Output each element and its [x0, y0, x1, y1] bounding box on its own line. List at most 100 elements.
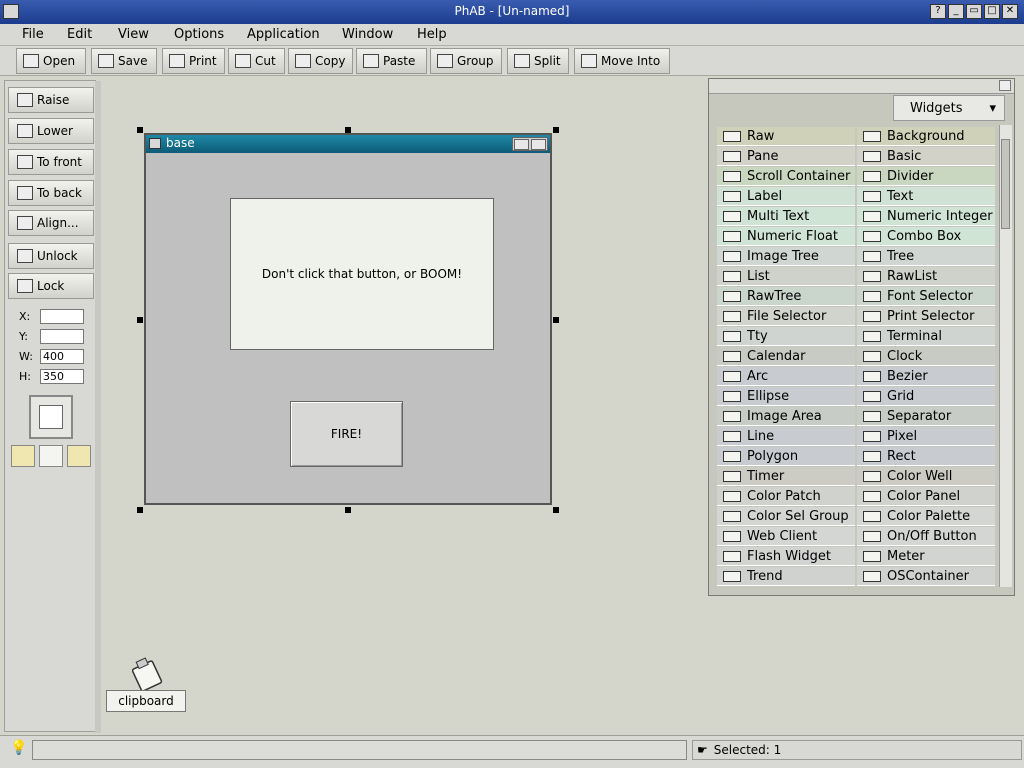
minimize-icon[interactable]: _	[948, 4, 964, 19]
raise-button[interactable]: Raise	[8, 87, 94, 113]
align-center-icon[interactable]	[39, 445, 63, 467]
handle-se[interactable]	[553, 507, 559, 513]
widget-web-client[interactable]: Web Client	[717, 527, 855, 546]
x-field[interactable]	[40, 309, 84, 324]
menu-edit[interactable]: Edit	[67, 27, 92, 42]
copy-button[interactable]: Copy	[288, 48, 353, 74]
clipboard-icon[interactable]	[131, 656, 168, 692]
widget-rect[interactable]: Rect	[857, 447, 995, 466]
widget-background[interactable]: Background	[857, 127, 995, 146]
unlock-button[interactable]: Unlock	[8, 243, 94, 269]
widget-color-well[interactable]: Color Well	[857, 467, 995, 486]
move-into-button[interactable]: Move Into	[574, 48, 670, 74]
close-icon[interactable]: ✕	[1002, 4, 1018, 19]
widget-basic[interactable]: Basic	[857, 147, 995, 166]
widget-bezier[interactable]: Bezier	[857, 367, 995, 386]
h-field[interactable]: 350	[40, 369, 84, 384]
widget-font-selector[interactable]: Font Selector	[857, 287, 995, 306]
widget-oscontainer[interactable]: OSContainer	[857, 567, 995, 586]
paste-button[interactable]: Paste	[356, 48, 427, 74]
to-back-button[interactable]: To back	[8, 180, 94, 206]
lock-button[interactable]: Lock	[8, 273, 94, 299]
widget-text[interactable]: Text	[857, 187, 995, 206]
widget-image-tree[interactable]: Image Tree	[717, 247, 855, 266]
widget-pixel[interactable]: Pixel	[857, 427, 995, 446]
w-field[interactable]: 400	[40, 349, 84, 364]
cut-button[interactable]: Cut	[228, 48, 285, 74]
widget-color-panel[interactable]: Color Panel	[857, 487, 995, 506]
menu-file[interactable]: File	[22, 27, 44, 42]
palette-close-icon[interactable]	[999, 80, 1011, 91]
help-icon[interactable]: ?	[930, 4, 946, 19]
widget-scroll-container[interactable]: Scroll Container	[717, 167, 855, 186]
widget-separator[interactable]: Separator	[857, 407, 995, 426]
widgets-tab[interactable]: Widgets ▾	[893, 95, 1005, 121]
widget-grid[interactable]: Grid	[857, 387, 995, 406]
widget-ellipse[interactable]: Ellipse	[717, 387, 855, 406]
split-button[interactable]: Split	[507, 48, 569, 74]
widget-rawtree[interactable]: RawTree	[717, 287, 855, 306]
widget-multi-text[interactable]: Multi Text	[717, 207, 855, 226]
widget-terminal[interactable]: Terminal	[857, 327, 995, 346]
handle-w[interactable]	[137, 317, 143, 323]
scroll-thumb[interactable]	[1001, 139, 1010, 229]
widget-clock[interactable]: Clock	[857, 347, 995, 366]
handle-ne[interactable]	[553, 127, 559, 133]
widget-tty[interactable]: Tty	[717, 327, 855, 346]
widget-list[interactable]: List	[717, 267, 855, 286]
widget-color-palette[interactable]: Color Palette	[857, 507, 995, 526]
widget-divider[interactable]: Divider	[857, 167, 995, 186]
widget-polygon[interactable]: Polygon	[717, 447, 855, 466]
widget-color-sel-group[interactable]: Color Sel Group	[717, 507, 855, 526]
menu-help[interactable]: Help	[417, 27, 447, 42]
group-button[interactable]: Group	[430, 48, 502, 74]
menu-view[interactable]: View	[118, 27, 149, 42]
widget-flash-widget[interactable]: Flash Widget	[717, 547, 855, 566]
widget-arc[interactable]: Arc	[717, 367, 855, 386]
align-left-icon[interactable]	[11, 445, 35, 467]
handle-s[interactable]	[345, 507, 351, 513]
base-minimize-icon[interactable]	[514, 139, 529, 150]
base-menu-icon[interactable]	[149, 138, 161, 149]
print-button[interactable]: Print	[162, 48, 225, 74]
open-button[interactable]: Open	[16, 48, 86, 74]
base-maximize-icon[interactable]	[531, 139, 546, 150]
maximize-icon[interactable]: □	[984, 4, 1000, 19]
widgets-scrollbar[interactable]	[999, 125, 1012, 587]
anchor-frame-icon[interactable]	[29, 395, 73, 439]
widget-file-selector[interactable]: File Selector	[717, 307, 855, 326]
widget-image-area[interactable]: Image Area	[717, 407, 855, 426]
clipboard-label[interactable]: clipboard	[106, 690, 186, 712]
handle-e[interactable]	[553, 317, 559, 323]
widget-numeric-integer[interactable]: Numeric Integer	[857, 207, 995, 226]
widget-numeric-float[interactable]: Numeric Float	[717, 227, 855, 246]
handle-nw[interactable]	[137, 127, 143, 133]
widget-rawlist[interactable]: RawList	[857, 267, 995, 286]
widget-label[interactable]: Label	[717, 187, 855, 206]
widget-print-selector[interactable]: Print Selector	[857, 307, 995, 326]
menu-options[interactable]: Options	[174, 27, 224, 42]
widget-pane[interactable]: Pane	[717, 147, 855, 166]
align-right-icon[interactable]	[67, 445, 91, 467]
lower-button[interactable]: Lower	[8, 118, 94, 144]
message-label[interactable]: Don't click that button, or BOOM!	[230, 198, 494, 350]
widget-tree[interactable]: Tree	[857, 247, 995, 266]
y-field[interactable]	[40, 329, 84, 344]
to-front-button[interactable]: To front	[8, 149, 94, 175]
widget-trend[interactable]: Trend	[717, 567, 855, 586]
base-title-bar[interactable]: base	[146, 135, 550, 153]
align-button[interactable]: Align...	[8, 210, 94, 236]
widget-calendar[interactable]: Calendar	[717, 347, 855, 366]
widget-timer[interactable]: Timer	[717, 467, 855, 486]
fire-button[interactable]: FIRE!	[290, 401, 403, 467]
widget-color-patch[interactable]: Color Patch	[717, 487, 855, 506]
widget-on-off-button[interactable]: On/Off Button	[857, 527, 995, 546]
widget-raw[interactable]: Raw	[717, 127, 855, 146]
menu-window[interactable]: Window	[342, 27, 393, 42]
handle-sw[interactable]	[137, 507, 143, 513]
restore-icon[interactable]: ▭	[966, 4, 982, 19]
widget-combo-box[interactable]: Combo Box	[857, 227, 995, 246]
save-button[interactable]: Save	[91, 48, 157, 74]
widget-meter[interactable]: Meter	[857, 547, 995, 566]
widget-line[interactable]: Line	[717, 427, 855, 446]
